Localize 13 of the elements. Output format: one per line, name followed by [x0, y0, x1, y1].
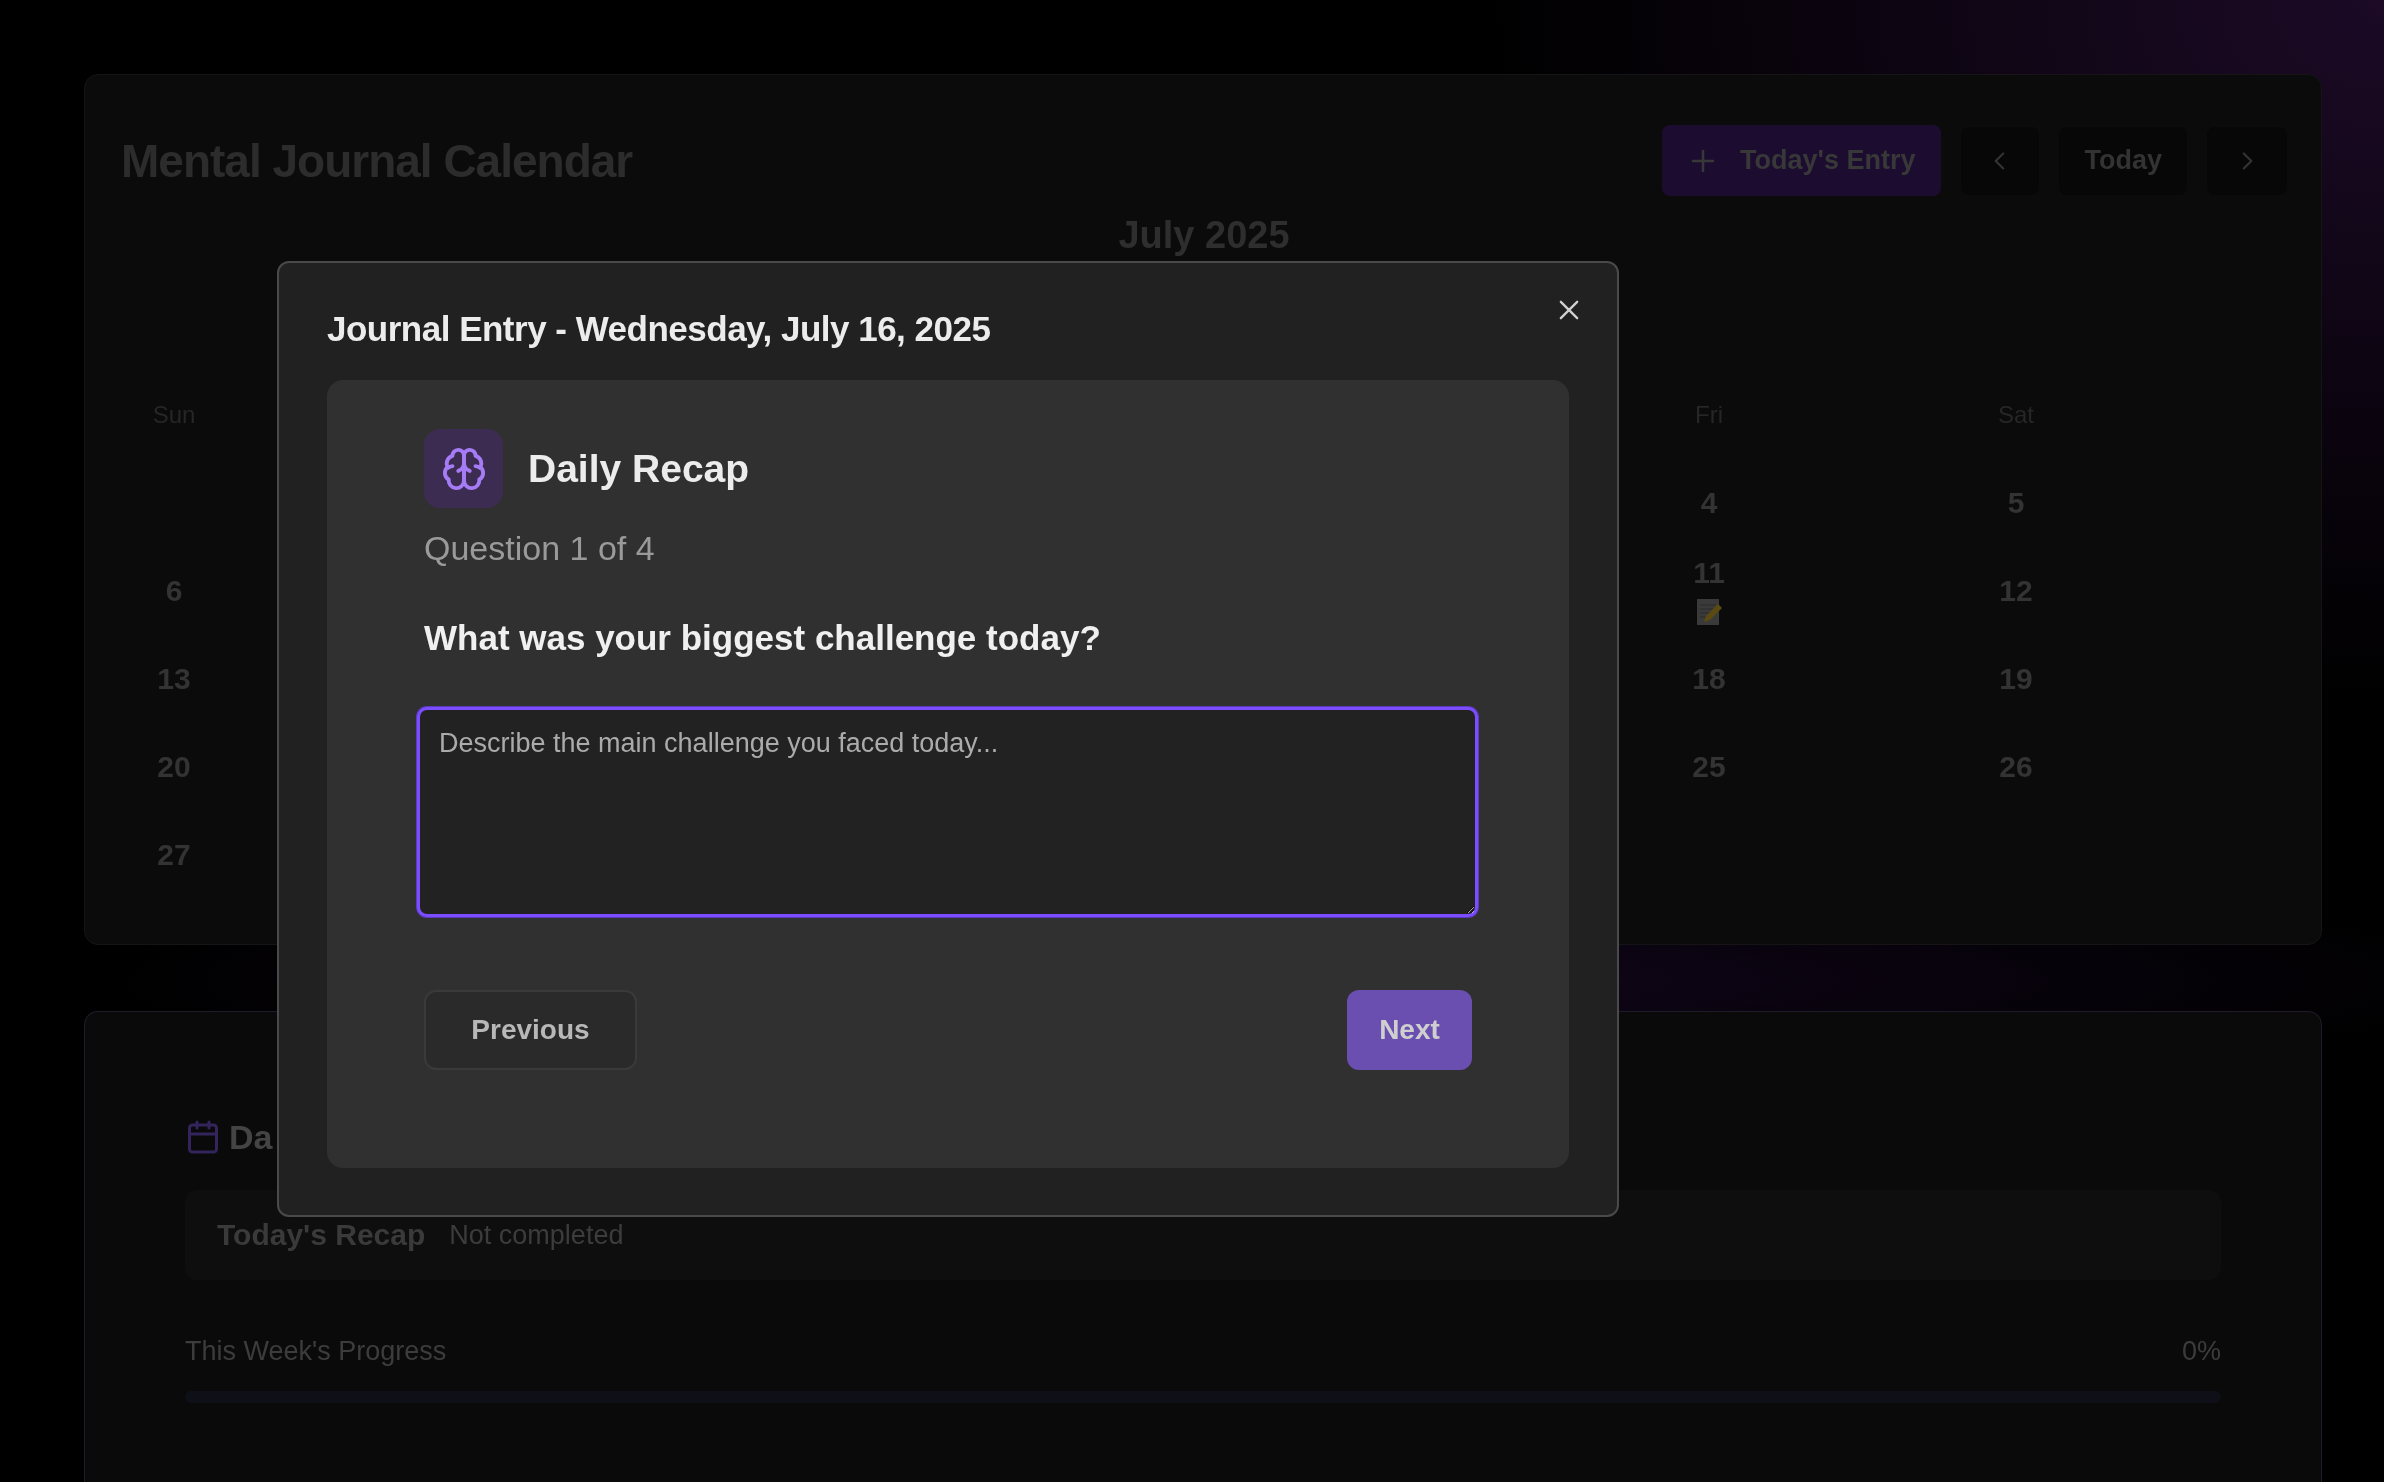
modal-title: Journal Entry - Wednesday, July 16, 2025	[327, 308, 991, 350]
section-heading: Daily Recap	[528, 446, 750, 491]
answer-box[interactable]: Describe the main challenge you faced today...	[417, 707, 1478, 917]
next-button[interactable]: Next	[1347, 990, 1472, 1070]
question-text: What was your biggest challenge today?	[424, 617, 1102, 659]
question-counter: Question 1 of 4	[424, 528, 656, 568]
previous-month-button[interactable]	[1961, 126, 2040, 195]
brain-icon	[424, 429, 503, 508]
next-month-button[interactable]	[2207, 126, 2287, 195]
memo-icon	[1696, 598, 1722, 626]
section-title: Da	[229, 1117, 273, 1157]
calendar-icon	[185, 1119, 221, 1155]
previous-button[interactable]: Previous	[424, 990, 637, 1070]
